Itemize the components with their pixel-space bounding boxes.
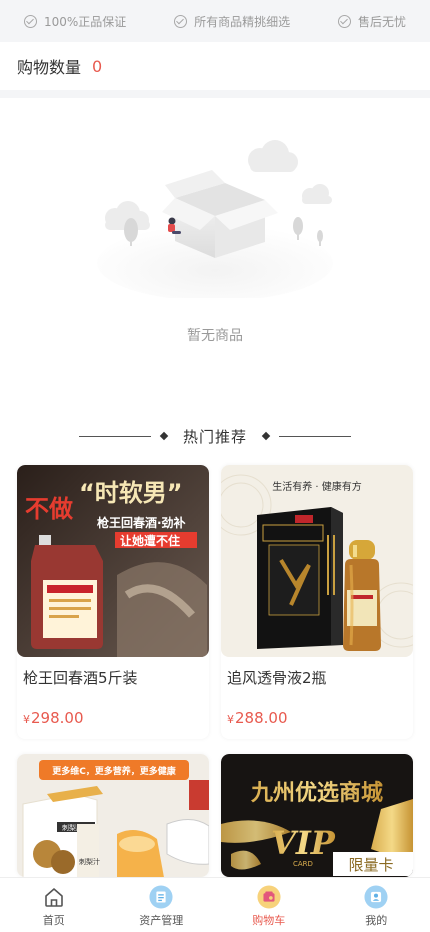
tab-label: 资产管理 <box>139 914 184 927</box>
diamond-icon <box>261 431 271 441</box>
check-circle-icon <box>23 14 37 28</box>
guarantee-item: 所有商品精挑细选 <box>174 13 290 30</box>
product-image-text: “时软男” <box>79 479 183 507</box>
product-image: 更多维C，更多营养，更多健康 刺梨原汁 刺梨汁 <box>17 754 209 877</box>
empty-state: 暂无商品 <box>0 98 430 398</box>
tab-assets[interactable]: 资产管理 <box>108 878 216 932</box>
tab-cart[interactable]: 购物车 <box>215 878 323 932</box>
currency-symbol: ¥ <box>227 713 234 726</box>
tab-label: 购物车 <box>252 914 286 927</box>
divider-line <box>78 435 151 437</box>
currency-symbol: ¥ <box>23 713 30 726</box>
product-image-text: 枪王回春酒·劲补 <box>97 515 186 530</box>
tab-label: 首页 <box>42 914 65 927</box>
product-image-text: 更多维C，更多营养，更多健康 <box>52 765 177 777</box>
hot-section-title: 热门推荐 <box>182 427 247 446</box>
tab-profile[interactable]: 我的 <box>323 878 430 932</box>
profile-icon <box>364 885 388 909</box>
cart-icon <box>257 885 281 909</box>
guarantee-item: 100%正品保证 <box>23 13 127 30</box>
product-image-text: 刺梨汁 <box>79 857 100 866</box>
price-value: 298.00 <box>31 709 84 727</box>
section-divider <box>0 90 430 98</box>
product-card[interactable]: 生活有养 · 健康有方 追风透骨液2瓶 ¥288.00 <box>221 465 413 739</box>
price-value: 288.00 <box>235 709 288 727</box>
product-price: ¥288.00 <box>221 709 413 739</box>
product-image: 不做 “时软男” 枪王回春酒·劲补 让她遭不住 <box>17 465 209 657</box>
product-image-text: 九州优选商城 <box>250 780 383 806</box>
product-image-text: VIP <box>271 824 336 862</box>
product-card[interactable]: 不做 “时软男” 枪王回春酒·劲补 让她遭不住 枪王回春酒5斤装 ¥298.00 <box>17 465 209 739</box>
cart-count-bar: 购物数量 0 <box>0 42 430 90</box>
check-circle-icon <box>338 14 352 28</box>
guarantee-label: 售后无忧 <box>358 14 407 29</box>
product-image-text: 让她遭不住 <box>120 533 180 548</box>
bottom-tab-bar: 首页 资产管理 购物车 我的 <box>0 877 430 932</box>
check-circle-icon <box>174 14 188 28</box>
divider-line <box>279 435 351 437</box>
tab-home[interactable]: 首页 <box>0 878 108 932</box>
empty-state-text: 暂无商品 <box>187 328 243 344</box>
product-image-text: CARD <box>293 860 313 868</box>
product-card[interactable]: 更多维C，更多营养，更多健康 刺梨原汁 刺梨汁 <box>17 754 209 877</box>
asset-icon <box>149 885 173 909</box>
guarantee-label: 所有商品精挑细选 <box>194 14 291 29</box>
empty-box-illustration <box>97 140 333 298</box>
product-image: 生活有养 · 健康有方 <box>221 465 413 657</box>
home-icon <box>42 885 66 909</box>
product-image: 九州优选商城 VIP CARD 限量卡 <box>221 754 413 877</box>
hot-section-header: 热门推荐 <box>0 424 430 448</box>
product-card[interactable]: 九州优选商城 VIP CARD 限量卡 <box>221 754 413 877</box>
guarantee-label: 100%正品保证 <box>43 14 127 29</box>
guarantee-bar: 100%正品保证 所有商品精挑细选 售后无忧 <box>0 0 430 42</box>
diamond-icon <box>159 431 169 441</box>
cart-count-value: 0 <box>92 56 103 76</box>
cart-count-label: 购物数量 <box>17 58 82 77</box>
product-image-text: 生活有养 · 健康有方 <box>272 480 362 493</box>
product-name: 追风透骨液2瓶 <box>227 669 327 687</box>
product-price: ¥298.00 <box>17 709 209 739</box>
product-name: 枪王回春酒5斤装 <box>23 669 138 687</box>
product-image-text: 限量卡 <box>348 856 393 874</box>
tab-label: 我的 <box>365 914 388 927</box>
guarantee-item: 售后无忧 <box>338 13 406 30</box>
product-image-text: 不做 <box>25 495 73 523</box>
